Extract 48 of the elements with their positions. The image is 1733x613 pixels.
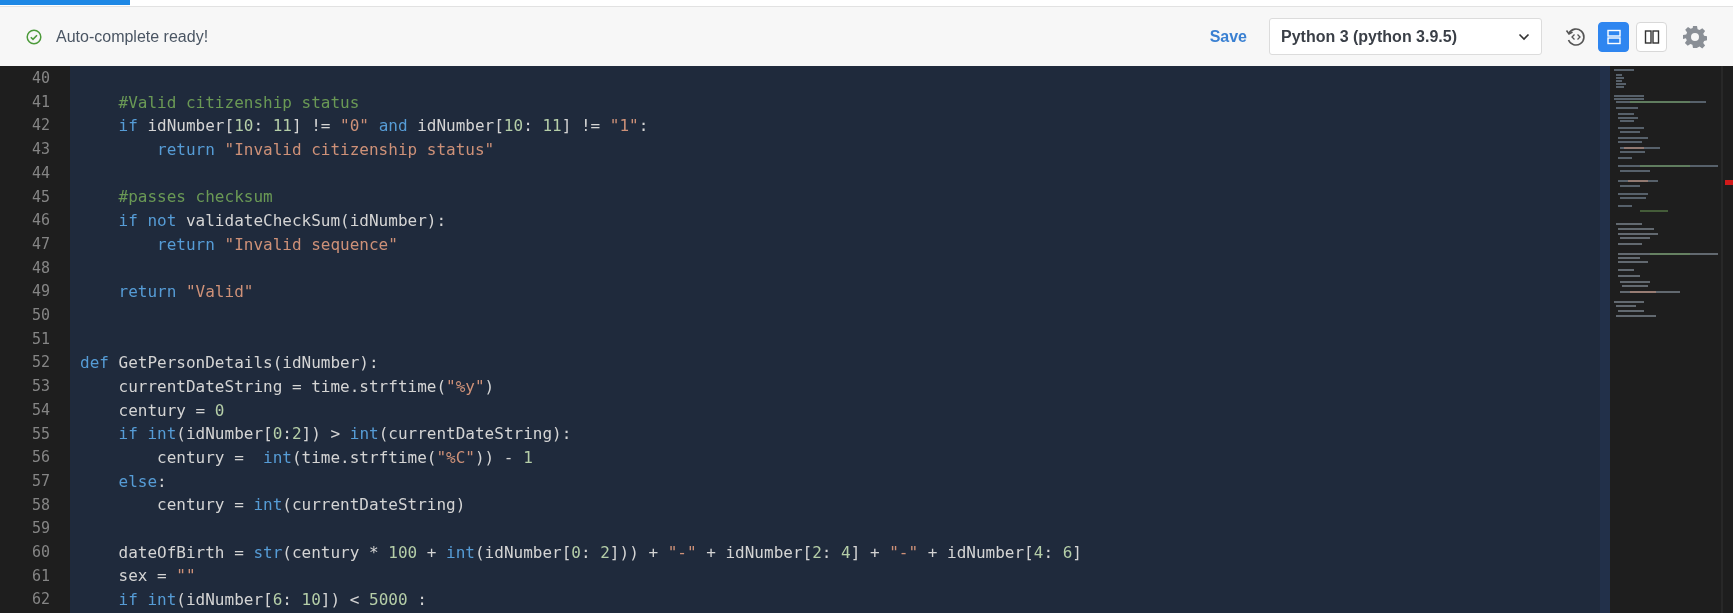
code-line: dateOfBirth = str(century * 100 + int(idNumber[0: 2])) + "-" + idNumber[2: 4] + "-" + idNumber[4: 6] [117,542,1082,562]
code-line: if not validateCheckSum(idNumber): [117,211,447,231]
line-number: 44 [31,163,50,182]
code-line: currentDateString = time.strftime("%y") [117,376,495,396]
code-line: #passes checksum [117,187,273,207]
code-line: century = int(time.strftime("%C")) - 1 [156,448,533,467]
line-number: 41 [31,92,50,111]
line-number: 49 [31,282,50,301]
code-line: return "Valid" [117,282,254,302]
columns-layout-icon [1643,28,1660,45]
line-number: 50 [31,306,50,325]
line-number: 56 [31,448,50,467]
code-line: century = 0 [117,400,225,420]
line-number: 42 [31,116,50,135]
line-number: 45 [31,187,50,206]
code-line: def GetPersonDetails(idNumber): [80,353,379,373]
line-number: 47 [31,234,50,253]
rows-layout-icon [1605,28,1622,45]
code-line: #Valid citizenship status [117,92,360,112]
code-line: return "Invalid sequence" [156,234,398,254]
line-number: 52 [31,353,50,372]
code-line: if int(idNumber[6: 10]) < 5000 : [117,590,427,610]
save-button[interactable]: Save [1205,24,1251,49]
chevron-down-icon [1518,32,1530,41]
line-number: 60 [31,543,50,562]
line-number: 51 [31,329,50,348]
code-line: century = int(currentDateString) [156,495,466,515]
line-number: 58 [31,495,50,514]
line-number: 62 [31,590,50,609]
code-line: sex = "" [117,566,196,586]
line-number: 54 [31,400,50,419]
status-message: Auto-complete ready! [56,26,209,47]
code-line: else: [117,471,167,491]
code-line: if int(idNumber[0:2]) > int(currentDateString): [117,424,572,444]
check-circle-icon [26,28,42,45]
line-number: 57 [31,471,50,490]
line-number: 46 [31,211,50,230]
line-number: 55 [31,424,50,443]
line-number: 43 [31,140,50,159]
line-number: 61 [31,566,50,585]
language-select[interactable]: Python 3 (python 3.9.5) [1269,18,1542,55]
code-line: return "Invalid citizenship status" [156,140,495,160]
settings-icon[interactable] [1683,24,1707,49]
code-line: if idNumber[10: 11] != "0" and idNumber[10: 11] != "1": [117,116,649,136]
line-number: 59 [31,519,50,538]
line-number: 48 [31,258,50,277]
line-number: 40 [31,69,50,87]
line-number: 53 [31,377,50,396]
